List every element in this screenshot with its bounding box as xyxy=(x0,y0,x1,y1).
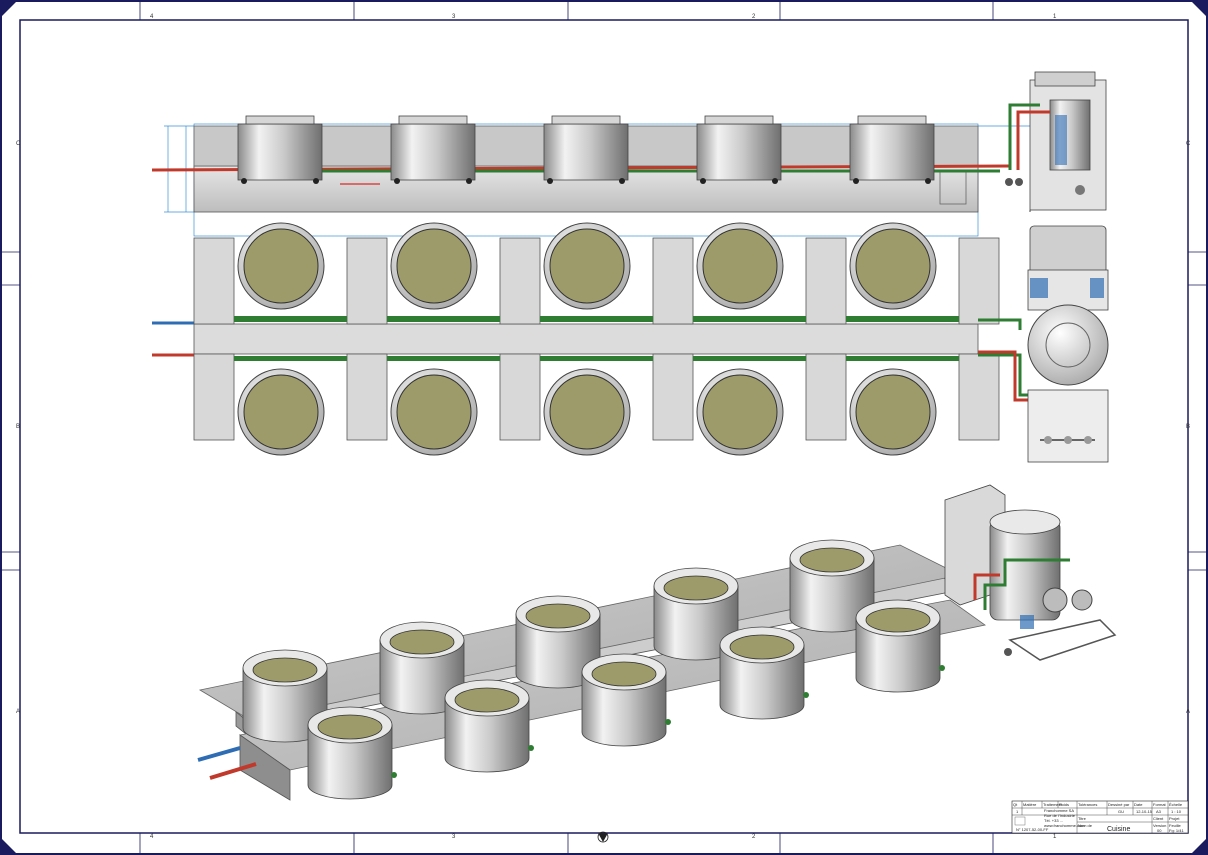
plan-pipe-segment xyxy=(234,316,347,322)
isometric-view xyxy=(197,484,1117,801)
plan-pipe-segment xyxy=(387,356,500,361)
zone-1-bottom: 1 xyxy=(1053,834,1057,840)
plan-slab-lower xyxy=(805,353,847,441)
tb-title-label: Titre xyxy=(1078,816,1087,821)
title-block: Qt Matière Traitement Poids Tolérances D… xyxy=(1011,800,1189,834)
plan-slab-upper xyxy=(805,237,847,325)
plan-slab-lower xyxy=(958,353,1000,441)
plan-green-pipe xyxy=(978,318,1022,330)
zone-2-top: 2 xyxy=(752,14,756,20)
zone-b-right: B xyxy=(1186,424,1190,430)
front-pot xyxy=(237,115,323,184)
tb-date-label: Date xyxy=(1134,802,1143,807)
zone-c-right: C xyxy=(1186,141,1191,147)
zone-4-top: 4 xyxy=(150,14,154,20)
iso-pot xyxy=(581,653,671,747)
tb-format-value: A3 xyxy=(1156,809,1162,814)
tb-client-label: Client xyxy=(1153,816,1164,821)
plan-pot xyxy=(237,368,325,456)
zone-1-top: 1 xyxy=(1053,14,1057,20)
plan-pipe-segment xyxy=(846,316,959,322)
iso-pot xyxy=(307,706,397,800)
plan-pipe-segment xyxy=(540,356,653,361)
plan-slab-lower xyxy=(499,353,541,441)
plan-pipe-segment xyxy=(693,356,806,361)
zone-a-left: A xyxy=(16,709,20,715)
iso-pot xyxy=(444,679,534,773)
plan-slab-lower xyxy=(652,353,694,441)
tb-drawn-by-value: GU xyxy=(1118,809,1124,814)
front-pot xyxy=(696,115,782,184)
front-pot xyxy=(390,115,476,184)
front-pot xyxy=(849,115,935,184)
plan-pot xyxy=(390,368,478,456)
tb-format-label: Format xyxy=(1153,802,1167,807)
zone-c-left: C xyxy=(16,141,21,147)
plan-pot xyxy=(849,368,937,456)
plan-view xyxy=(152,222,1109,463)
plan-pot xyxy=(696,222,784,310)
plan-slab-upper xyxy=(499,237,541,325)
plan-pipe-segment xyxy=(234,356,347,361)
tb-project-label: Projet xyxy=(1169,816,1180,821)
plan-slab-upper xyxy=(346,237,388,325)
plan-pipe-segment xyxy=(693,316,806,322)
side-unit-plan xyxy=(1027,225,1109,463)
tb-scale-label: Échelle xyxy=(1169,802,1183,807)
tb-version-value: 00 xyxy=(1157,828,1162,833)
zone-3-bottom: 3 xyxy=(452,834,456,840)
zone-b-left: B xyxy=(16,424,20,430)
iso-pot xyxy=(855,599,945,693)
plan-slab-lower xyxy=(346,353,388,441)
plan-pot xyxy=(543,368,631,456)
plan-pot xyxy=(543,222,631,310)
plan-slab-lower xyxy=(193,353,235,441)
iso-blue-pipe xyxy=(197,746,241,762)
tb-date-value: 12-10-15 xyxy=(1136,809,1153,814)
plan-slab-upper xyxy=(958,237,1000,325)
side-unit-front xyxy=(1005,71,1107,212)
tb-tolerance-label: Tolérances xyxy=(1078,802,1097,807)
zone-4-bottom: 4 xyxy=(150,834,154,840)
tb-material-label: Matière xyxy=(1023,802,1037,807)
plan-central-spine xyxy=(193,323,979,355)
tb-title-value: Cuisine xyxy=(1107,826,1130,833)
front-pot xyxy=(543,115,629,184)
plan-pipe-segment xyxy=(540,316,653,322)
plan-pipe-segment xyxy=(387,316,500,322)
tb-folio-value: Fg: 1/41 xyxy=(1169,828,1184,833)
tb-drawing-number: N° 1207-52-00-FF xyxy=(1016,827,1049,832)
tb-name-label: Nom de xyxy=(1078,823,1093,828)
zone-3-top: 3 xyxy=(452,14,456,20)
side-unit-iso xyxy=(944,484,1117,661)
plan-pot xyxy=(390,222,478,310)
zone-a-right: A xyxy=(1186,709,1190,715)
iso-pot xyxy=(719,626,809,720)
front-elevation-view xyxy=(151,71,1107,237)
plan-slab-upper xyxy=(652,237,694,325)
datum-marker xyxy=(597,831,609,843)
tb-drawn-by-label: Dessiné par xyxy=(1108,802,1130,807)
technical-drawing-sheet: 4 3 2 1 4 3 2 1 C B A C B A Qt Matière T… xyxy=(0,0,1208,855)
tb-weight-label: Poids xyxy=(1059,802,1069,807)
plan-slab-upper xyxy=(193,237,235,325)
plan-pipe-segment xyxy=(846,356,959,361)
plan-pot xyxy=(696,368,784,456)
tb-scale-value: 1 : 10 xyxy=(1171,809,1182,814)
plan-pot xyxy=(237,222,325,310)
zone-2-bottom: 2 xyxy=(752,834,756,840)
plan-pot xyxy=(849,222,937,310)
